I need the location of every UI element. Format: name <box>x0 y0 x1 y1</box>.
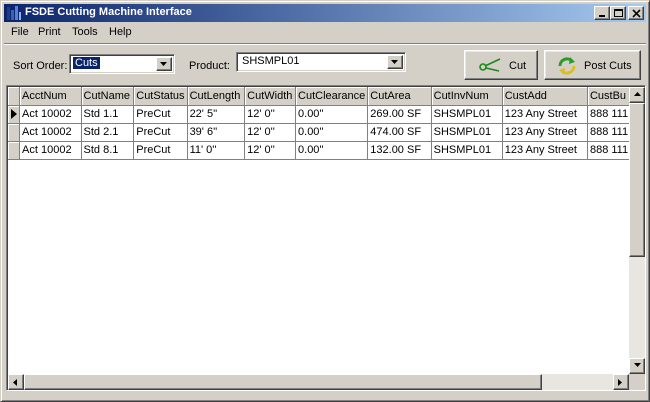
arrow-right-icon <box>618 379 622 386</box>
cell-cutarea[interactable]: 474.00 SF <box>367 123 432 142</box>
minimize-button[interactable] <box>594 6 610 20</box>
table-row[interactable]: Act 10002 Std 1.1 PreCut 22' 5'' 12' 0''… <box>8 105 645 124</box>
refresh-icon <box>558 57 576 75</box>
cell-cutinvnum[interactable]: SHSMPL01 <box>431 141 503 160</box>
row-indicator-header <box>8 87 21 106</box>
column-header-cutstatus[interactable]: CutStatus <box>133 87 188 106</box>
chevron-down-icon <box>160 62 167 66</box>
cell-cutinvnum[interactable]: SHSMPL01 <box>431 105 503 124</box>
scroll-down-button[interactable] <box>629 358 645 374</box>
column-header-cutarea[interactable]: CutArea <box>367 87 432 106</box>
menu-file[interactable]: File <box>11 26 29 38</box>
toolbar: Sort Order: Cuts Product: SHSMPL01 Cut P… <box>4 43 646 85</box>
row-indicator[interactable] <box>8 123 21 142</box>
cell-custadd[interactable]: 123 Any Street <box>502 141 588 160</box>
product-dropdown-button[interactable] <box>387 55 403 69</box>
post-cuts-button-label: Post Cuts <box>584 60 632 72</box>
cut-button[interactable]: Cut <box>464 50 538 80</box>
scrollbar-corner <box>629 374 645 390</box>
product-select[interactable]: SHSMPL01 <box>236 52 406 72</box>
column-header-cutinvnum[interactable]: CutInvNum <box>431 87 503 106</box>
sort-order-value: Cuts <box>73 57 100 69</box>
cut-button-label: Cut <box>509 60 527 72</box>
cell-custadd[interactable]: 123 Any Street <box>502 123 588 142</box>
product-label: Product: <box>189 60 230 72</box>
arrow-left-icon <box>13 379 17 386</box>
cell-cutname[interactable]: Std 2.1 <box>81 123 135 142</box>
menu-print[interactable]: Print <box>38 26 61 38</box>
maximize-button[interactable] <box>610 6 626 20</box>
menu-tools[interactable]: Tools <box>72 26 98 38</box>
cuts-data-grid[interactable]: AcctNum CutName CutStatus CutLength CutW… <box>6 85 646 391</box>
cuts-table: AcctNum CutName CutStatus CutLength CutW… <box>8 87 645 160</box>
cell-acctnum[interactable]: Act 10002 <box>19 105 82 124</box>
table-row[interactable]: Act 10002 Std 2.1 PreCut 39' 6'' 12' 0''… <box>8 123 645 142</box>
column-header-custadd[interactable]: CustAdd <box>502 87 588 106</box>
cell-cutinvnum[interactable]: SHSMPL01 <box>431 123 503 142</box>
cell-acctnum[interactable]: Act 10002 <box>19 141 82 160</box>
column-header-cutclearance[interactable]: CutClearance <box>295 87 369 106</box>
maximize-icon <box>614 9 623 17</box>
cell-cutwidth[interactable]: 12' 0'' <box>244 105 297 124</box>
cell-cutname[interactable]: Std 8.1 <box>81 141 135 160</box>
cell-cutstatus[interactable]: PreCut <box>133 123 188 142</box>
close-button[interactable] <box>628 6 644 20</box>
cell-cutclearance[interactable]: 0.00'' <box>295 141 369 160</box>
title-bar[interactable]: FSDE Cutting Machine Interface <box>4 4 646 22</box>
app-window: FSDE Cutting Machine Interface File Prin… <box>0 0 650 402</box>
cell-custadd[interactable]: 123 Any Street <box>502 105 588 124</box>
product-value: SHSMPL01 <box>242 55 300 67</box>
cell-cutname[interactable]: Std 1.1 <box>81 105 135 124</box>
current-row-arrow-icon <box>11 109 17 119</box>
app-icon <box>7 6 21 20</box>
cell-cutarea[interactable]: 269.00 SF <box>367 105 432 124</box>
cell-cutclearance[interactable]: 0.00'' <box>295 123 369 142</box>
scroll-left-button[interactable] <box>8 374 24 390</box>
cell-cutclearance[interactable]: 0.00'' <box>295 105 369 124</box>
cell-cutlength[interactable]: 11' 0'' <box>187 141 246 160</box>
close-icon <box>632 9 641 18</box>
cell-cutwidth[interactable]: 12' 0'' <box>244 123 297 142</box>
cell-acctnum[interactable]: Act 10002 <box>19 123 82 142</box>
cell-cutwidth[interactable]: 12' 0'' <box>244 141 297 160</box>
sort-order-label: Sort Order: <box>13 60 68 72</box>
cell-cutlength[interactable]: 39' 6'' <box>187 123 246 142</box>
row-indicator[interactable] <box>8 141 21 160</box>
scroll-right-button[interactable] <box>613 374 629 390</box>
column-header-acctnum[interactable]: AcctNum <box>19 87 82 106</box>
cell-cutarea[interactable]: 132.00 SF <box>367 141 432 160</box>
column-header-cutlength[interactable]: CutLength <box>187 87 246 106</box>
column-header-cutname[interactable]: CutName <box>81 87 135 106</box>
window-title: FSDE Cutting Machine Interface <box>25 6 192 18</box>
scroll-up-button[interactable] <box>629 87 645 103</box>
table-row[interactable]: Act 10002 Std 8.1 PreCut 11' 0'' 12' 0''… <box>8 141 645 160</box>
arrow-up-icon <box>634 92 641 96</box>
column-header-cutwidth[interactable]: CutWidth <box>244 87 297 106</box>
post-cuts-button[interactable]: Post Cuts <box>544 50 641 80</box>
scissors-icon <box>479 58 501 72</box>
minimize-icon <box>599 15 605 17</box>
sort-order-dropdown-button[interactable] <box>156 57 172 71</box>
vertical-scrollbar[interactable] <box>629 87 645 374</box>
vertical-scroll-thumb[interactable] <box>629 103 645 257</box>
row-indicator[interactable] <box>8 105 21 124</box>
cell-cutstatus[interactable]: PreCut <box>133 105 188 124</box>
cell-cutstatus[interactable]: PreCut <box>133 141 188 160</box>
arrow-down-icon <box>634 363 641 367</box>
menu-bar: File Print Tools Help <box>4 23 646 42</box>
chevron-down-icon <box>391 60 398 64</box>
cell-cutlength[interactable]: 22' 5'' <box>187 105 246 124</box>
sort-order-select[interactable]: Cuts <box>69 54 175 74</box>
horizontal-scroll-thumb[interactable] <box>24 374 542 390</box>
horizontal-scrollbar[interactable] <box>8 374 629 390</box>
header-row: AcctNum CutName CutStatus CutLength CutW… <box>8 87 645 106</box>
menu-help[interactable]: Help <box>109 26 132 38</box>
